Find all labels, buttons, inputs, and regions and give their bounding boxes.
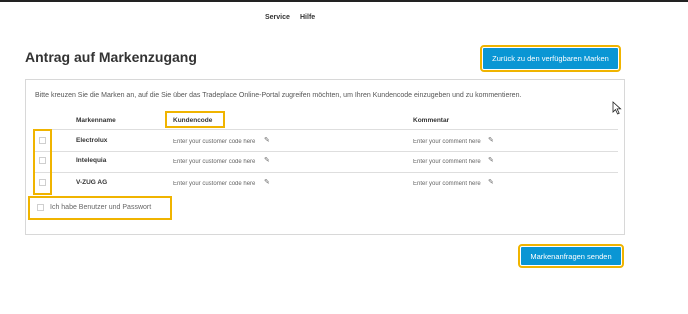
nav-link-hilfe[interactable]: Hilfe <box>300 14 315 21</box>
column-header-comment: Kommentar <box>413 117 450 124</box>
pencil-icon[interactable]: ✎ <box>488 136 494 144</box>
checkbox-column-highlight <box>33 129 52 195</box>
divider <box>35 151 618 152</box>
top-navigation: Service Hilfe <box>0 14 688 28</box>
pencil-icon[interactable]: ✎ <box>264 136 270 144</box>
divider <box>35 172 618 173</box>
brand-name: Electrolux <box>76 137 108 144</box>
credentials-label: Ich habe Benutzer und Passwort <box>50 204 152 211</box>
nav-link-service[interactable]: Service <box>265 14 290 21</box>
intro-text: Bitte kreuzen Sie die Marken an, auf die… <box>35 92 522 99</box>
brand-request-panel: Bitte kreuzen Sie die Marken an, auf die… <box>25 79 625 235</box>
customer-code-input[interactable] <box>173 157 263 166</box>
customer-code-input[interactable] <box>173 137 263 146</box>
credentials-option[interactable]: Ich habe Benutzer und Passwort <box>28 196 172 220</box>
customer-code-input[interactable] <box>173 179 263 188</box>
brand-name: V-ZUG AG <box>76 179 108 186</box>
pencil-icon[interactable]: ✎ <box>264 178 270 186</box>
mouse-pointer-icon <box>612 101 622 115</box>
pencil-icon[interactable]: ✎ <box>488 178 494 186</box>
back-to-brands-button[interactable]: Zurück zu den verfügbaren Marken <box>480 45 621 72</box>
pencil-icon[interactable]: ✎ <box>264 156 270 164</box>
customer-code-highlight <box>165 111 225 128</box>
pencil-icon[interactable]: ✎ <box>488 156 494 164</box>
divider <box>35 129 618 130</box>
credentials-checkbox[interactable] <box>37 204 44 211</box>
top-border <box>0 0 688 2</box>
page-title: Antrag auf Markenzugang <box>25 49 197 65</box>
brand-name: Intelequia <box>76 157 107 164</box>
send-brand-requests-button[interactable]: Markenanfragen senden <box>518 244 624 268</box>
column-header-brand: Markenname <box>76 117 116 124</box>
